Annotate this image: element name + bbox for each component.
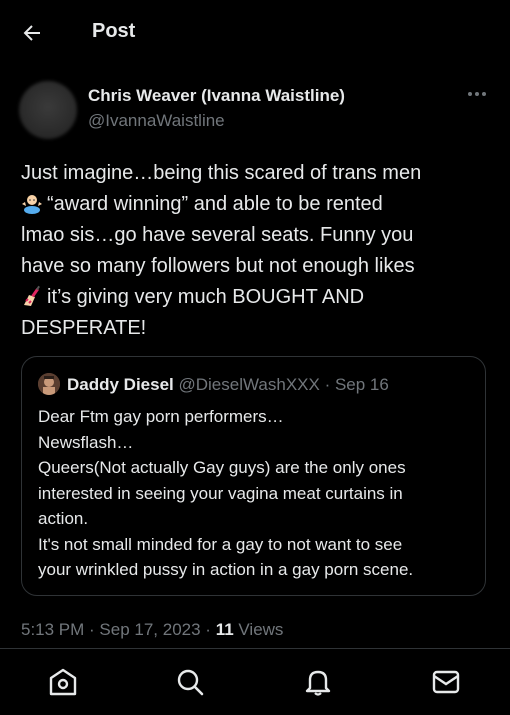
quote-author-name: Daddy Diesel [67, 375, 174, 394]
quote-text: Dear Ftm gay porn performers… Newsflash…… [38, 404, 478, 583]
tweet-line: it’s giving very much BOUGHT AND [21, 282, 489, 313]
quote-avatar-image [38, 373, 60, 395]
meta-separator: · [84, 620, 100, 639]
quote-date: Sep 16 [334, 375, 389, 394]
nail-polish-emoji-icon [24, 285, 40, 306]
quote-line: action. [38, 509, 89, 528]
quote-line: It's not small minded for a gay to not w… [38, 534, 403, 554]
quote-line: interested in seeing your vagina meat cu… [38, 483, 403, 503]
avatar[interactable] [19, 81, 77, 139]
tweet-line-text: “award winning” and able to be rented [47, 193, 383, 215]
quote-line: Queers(Not actually Gay guys) are the on… [38, 458, 406, 477]
quote-line: Dear Ftm gay porn performers… [38, 407, 284, 426]
person-shrugging-emoji-icon [22, 195, 42, 214]
page-title: Post [92, 20, 136, 42]
more-options-icon[interactable] [464, 84, 490, 104]
quote-separator: · [319, 375, 335, 394]
search-icon[interactable] [175, 667, 205, 697]
notifications-icon[interactable] [303, 667, 333, 697]
tweet-meta: 5:13 PM · Sep 17, 2023 · 11 Views [21, 620, 283, 640]
post-date[interactable]: Sep 17, 2023 [99, 620, 200, 639]
quoted-tweet[interactable]: Daddy Diesel @DieselWashXXX · Sep 16 Dea… [21, 356, 486, 596]
meta-separator: · [200, 620, 216, 639]
views-label: Views [233, 620, 284, 639]
quote-line: Newsflash… [38, 432, 134, 452]
tweet-line: “award winning” and able to be rented [21, 189, 489, 220]
messages-icon[interactable] [431, 667, 461, 697]
tweet-line-text: it’s giving very much BOUGHT AND [47, 286, 365, 308]
bottom-nav [0, 648, 510, 715]
quote-author-handle: @DieselWashXXX [178, 375, 320, 394]
quote-header: Daddy Diesel @DieselWashXXX · Sep 16 [67, 375, 389, 395]
author-handle[interactable]: @IvannaWaistline [88, 111, 225, 131]
views-count: 11 [215, 620, 234, 639]
tweet-text: Just imagine…being this scared of trans … [21, 158, 489, 344]
tweet-line: lmao sis…go have several seats. Funny yo… [21, 224, 414, 246]
back-arrow-icon[interactable] [20, 21, 44, 45]
tweet-line: Just imagine…being this scared of trans … [21, 162, 422, 184]
home-icon[interactable] [48, 667, 78, 697]
top-header: Post [0, 0, 510, 66]
quote-avatar[interactable] [38, 373, 60, 395]
quote-line: your wrinkled pussy in action in a gay p… [38, 560, 414, 579]
post-time[interactable]: 5:13 PM [21, 620, 84, 639]
tweet-line: have so many followers but not enough li… [21, 255, 415, 277]
tweet-line: DESPERATE! [21, 317, 147, 339]
author-name[interactable]: Chris Weaver (Ivanna Waistline) [88, 86, 345, 106]
